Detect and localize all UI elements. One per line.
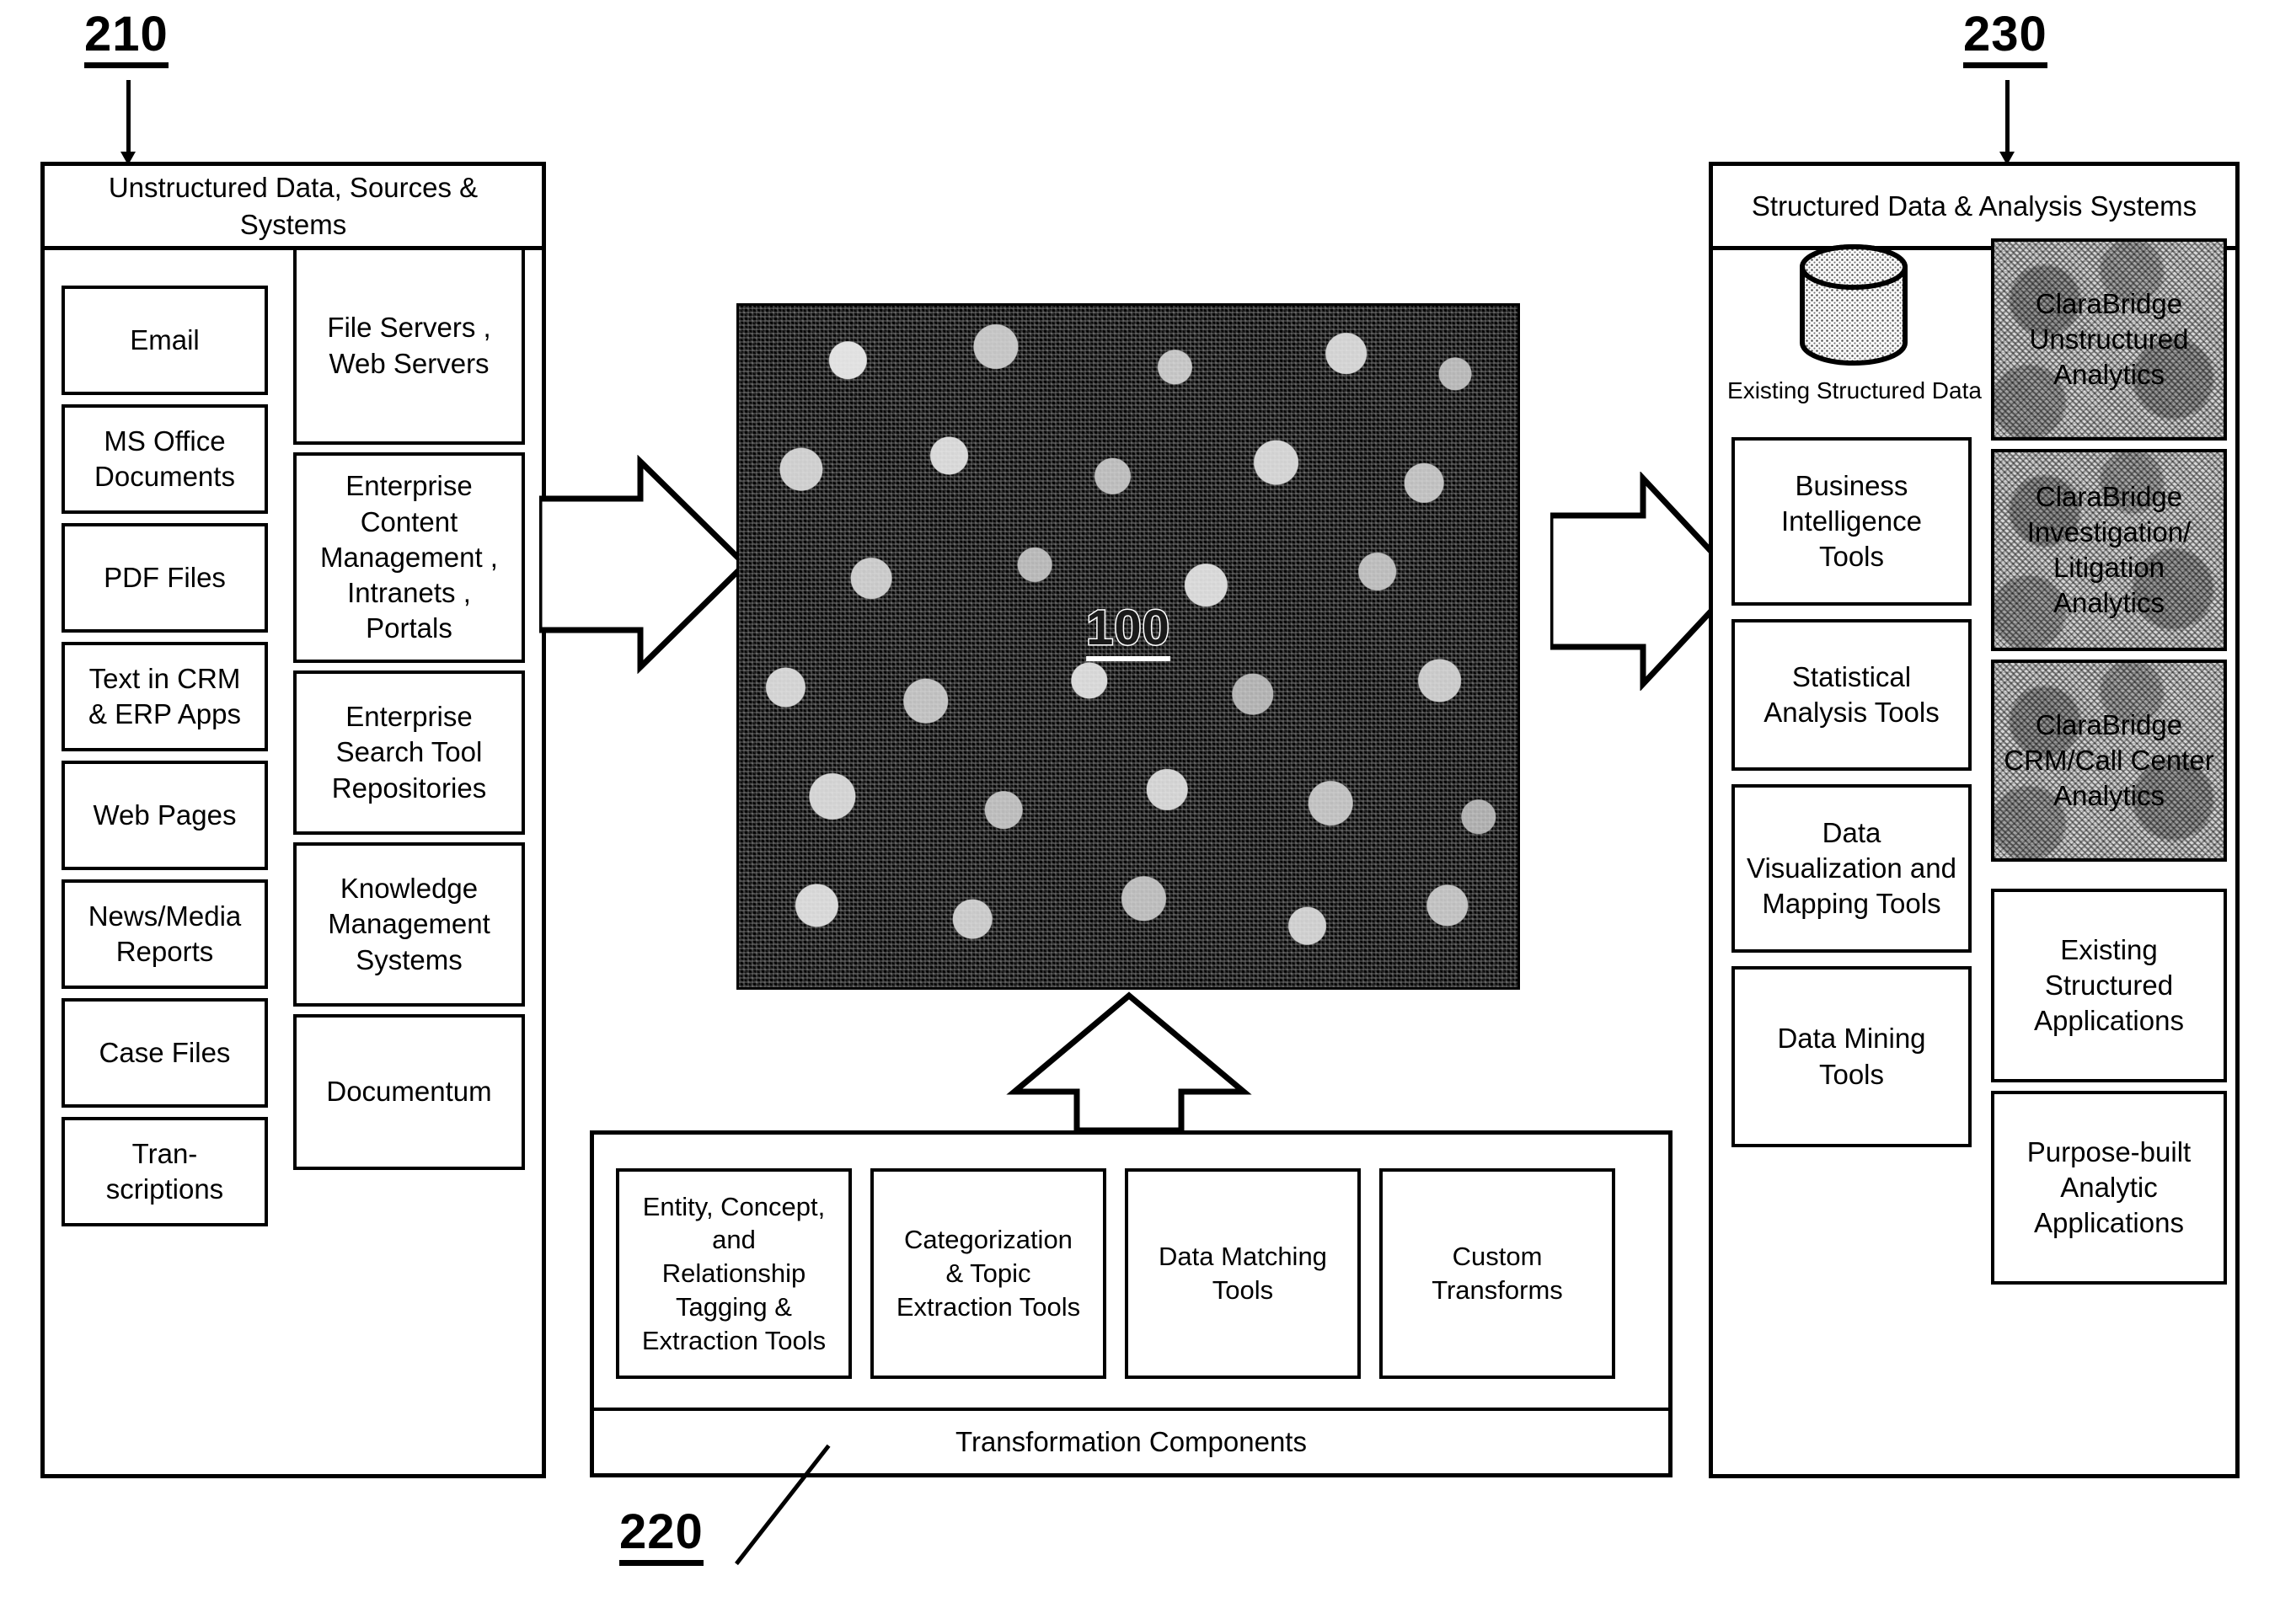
patent-figure: 210 230 Unstructured Data, Sources & Sys… bbox=[0, 0, 2280, 1624]
node-data-matching-tools[interactable]: Data Matching Tools bbox=[1125, 1168, 1361, 1379]
database-cylinder-label: Existing Structured Data bbox=[1727, 377, 1982, 403]
node-knowledge-management-systems[interactable]: Knowledge Management Systems bbox=[293, 842, 525, 1007]
node-transcriptions[interactable]: Tran- scriptions bbox=[62, 1117, 268, 1226]
node-clarabridge-unstructured-analytics-label: ClaraBridge Unstructured Analytics bbox=[2029, 287, 2189, 391]
node-enterprise-search-tool-repositories[interactable]: Enterprise Search Tool Repositories bbox=[293, 670, 525, 835]
node-file-servers-web-servers[interactable]: File Servers , Web Servers bbox=[293, 247, 525, 445]
database-cylinder-icon bbox=[1800, 244, 1908, 366]
ref-numeral-220: 220 bbox=[619, 1508, 704, 1566]
ref-numeral-230: 230 bbox=[1963, 10, 2047, 68]
transformation-components-footer: Transformation Components bbox=[591, 1408, 1672, 1477]
node-ms-office-documents[interactable]: MS Office Documents bbox=[62, 404, 268, 514]
node-documentum[interactable]: Documentum bbox=[293, 1014, 525, 1170]
arrow-transform-to-engine bbox=[1006, 991, 1252, 1134]
node-news-media-reports[interactable]: News/Media Reports bbox=[62, 879, 268, 989]
node-statistical-analysis-tools[interactable]: Statistical Analysis Tools bbox=[1731, 619, 1972, 771]
panel-transformation-components: Entity, Concept, and Relationship Taggin… bbox=[590, 1130, 1673, 1477]
node-custom-transforms[interactable]: Custom Transforms bbox=[1379, 1168, 1615, 1379]
node-web-pages[interactable]: Web Pages bbox=[62, 761, 268, 870]
ref-numeral-210: 210 bbox=[84, 10, 169, 68]
leader-line-210 bbox=[126, 80, 131, 158]
leader-line-230 bbox=[2005, 80, 2010, 158]
node-categorization-topic-extraction[interactable]: Categorization & Topic Extraction Tools bbox=[870, 1168, 1106, 1379]
node-enterprise-content-management[interactable]: Enterprise Content Management , Intranet… bbox=[293, 452, 525, 663]
node-data-mining-tools[interactable]: Data Mining Tools bbox=[1731, 966, 1972, 1147]
node-text-in-crm-erp-apps[interactable]: Text in CRM & ERP Apps bbox=[62, 642, 268, 751]
node-clarabridge-investigation-litigation-analytics-label: ClaraBridge Investigation/ Litigation An… bbox=[2026, 480, 2192, 619]
node-clarabridge-investigation-litigation-analytics[interactable]: ClaraBridge Investigation/ Litigation An… bbox=[1991, 449, 2227, 651]
node-clarabridge-crm-call-center-analytics[interactable]: ClaraBridge CRM/Call Center Analytics bbox=[1991, 660, 2227, 862]
panel-structured-data-title: Structured Data & Analysis Systems bbox=[1713, 166, 2235, 250]
panel-unstructured-data: Unstructured Data, Sources & Systems Ema… bbox=[40, 162, 546, 1478]
node-purpose-built-analytic-applications[interactable]: Purpose-built Analytic Applications bbox=[1991, 1091, 2227, 1285]
node-business-intelligence-tools[interactable]: Business Intelligence Tools bbox=[1731, 437, 1972, 606]
engine-image-100: 100 bbox=[736, 303, 1520, 990]
panel-transformation-body: Entity, Concept, and Relationship Taggin… bbox=[594, 1135, 1668, 1397]
arrow-unstructured-to-engine bbox=[539, 455, 749, 674]
panel-structured-data: Structured Data & Analysis Systems Exist… bbox=[1709, 162, 2240, 1478]
panel-unstructured-data-title: Unstructured Data, Sources & Systems bbox=[45, 166, 542, 250]
node-pdf-files[interactable]: PDF Files bbox=[62, 523, 268, 633]
node-clarabridge-unstructured-analytics[interactable]: ClaraBridge Unstructured Analytics bbox=[1991, 238, 2227, 441]
panel-structured-data-body: Existing Structured Data Business Intell… bbox=[1713, 238, 2235, 1474]
ref-numeral-100: 100 bbox=[1085, 602, 1170, 662]
node-entity-concept-relationship-tagging[interactable]: Entity, Concept, and Relationship Taggin… bbox=[616, 1168, 852, 1379]
node-existing-structured-applications[interactable]: Existing Structured Applications bbox=[1991, 889, 2227, 1082]
panel-unstructured-data-body: Email MS Office Documents PDF Files Text… bbox=[45, 247, 542, 1474]
node-email[interactable]: Email bbox=[62, 286, 268, 395]
node-clarabridge-crm-call-center-analytics-label: ClaraBridge CRM/Call Center Analytics bbox=[2004, 708, 2214, 812]
node-data-visualization-mapping-tools[interactable]: Data Visualization and Mapping Tools bbox=[1731, 784, 1972, 953]
node-case-files[interactable]: Case Files bbox=[62, 998, 268, 1108]
